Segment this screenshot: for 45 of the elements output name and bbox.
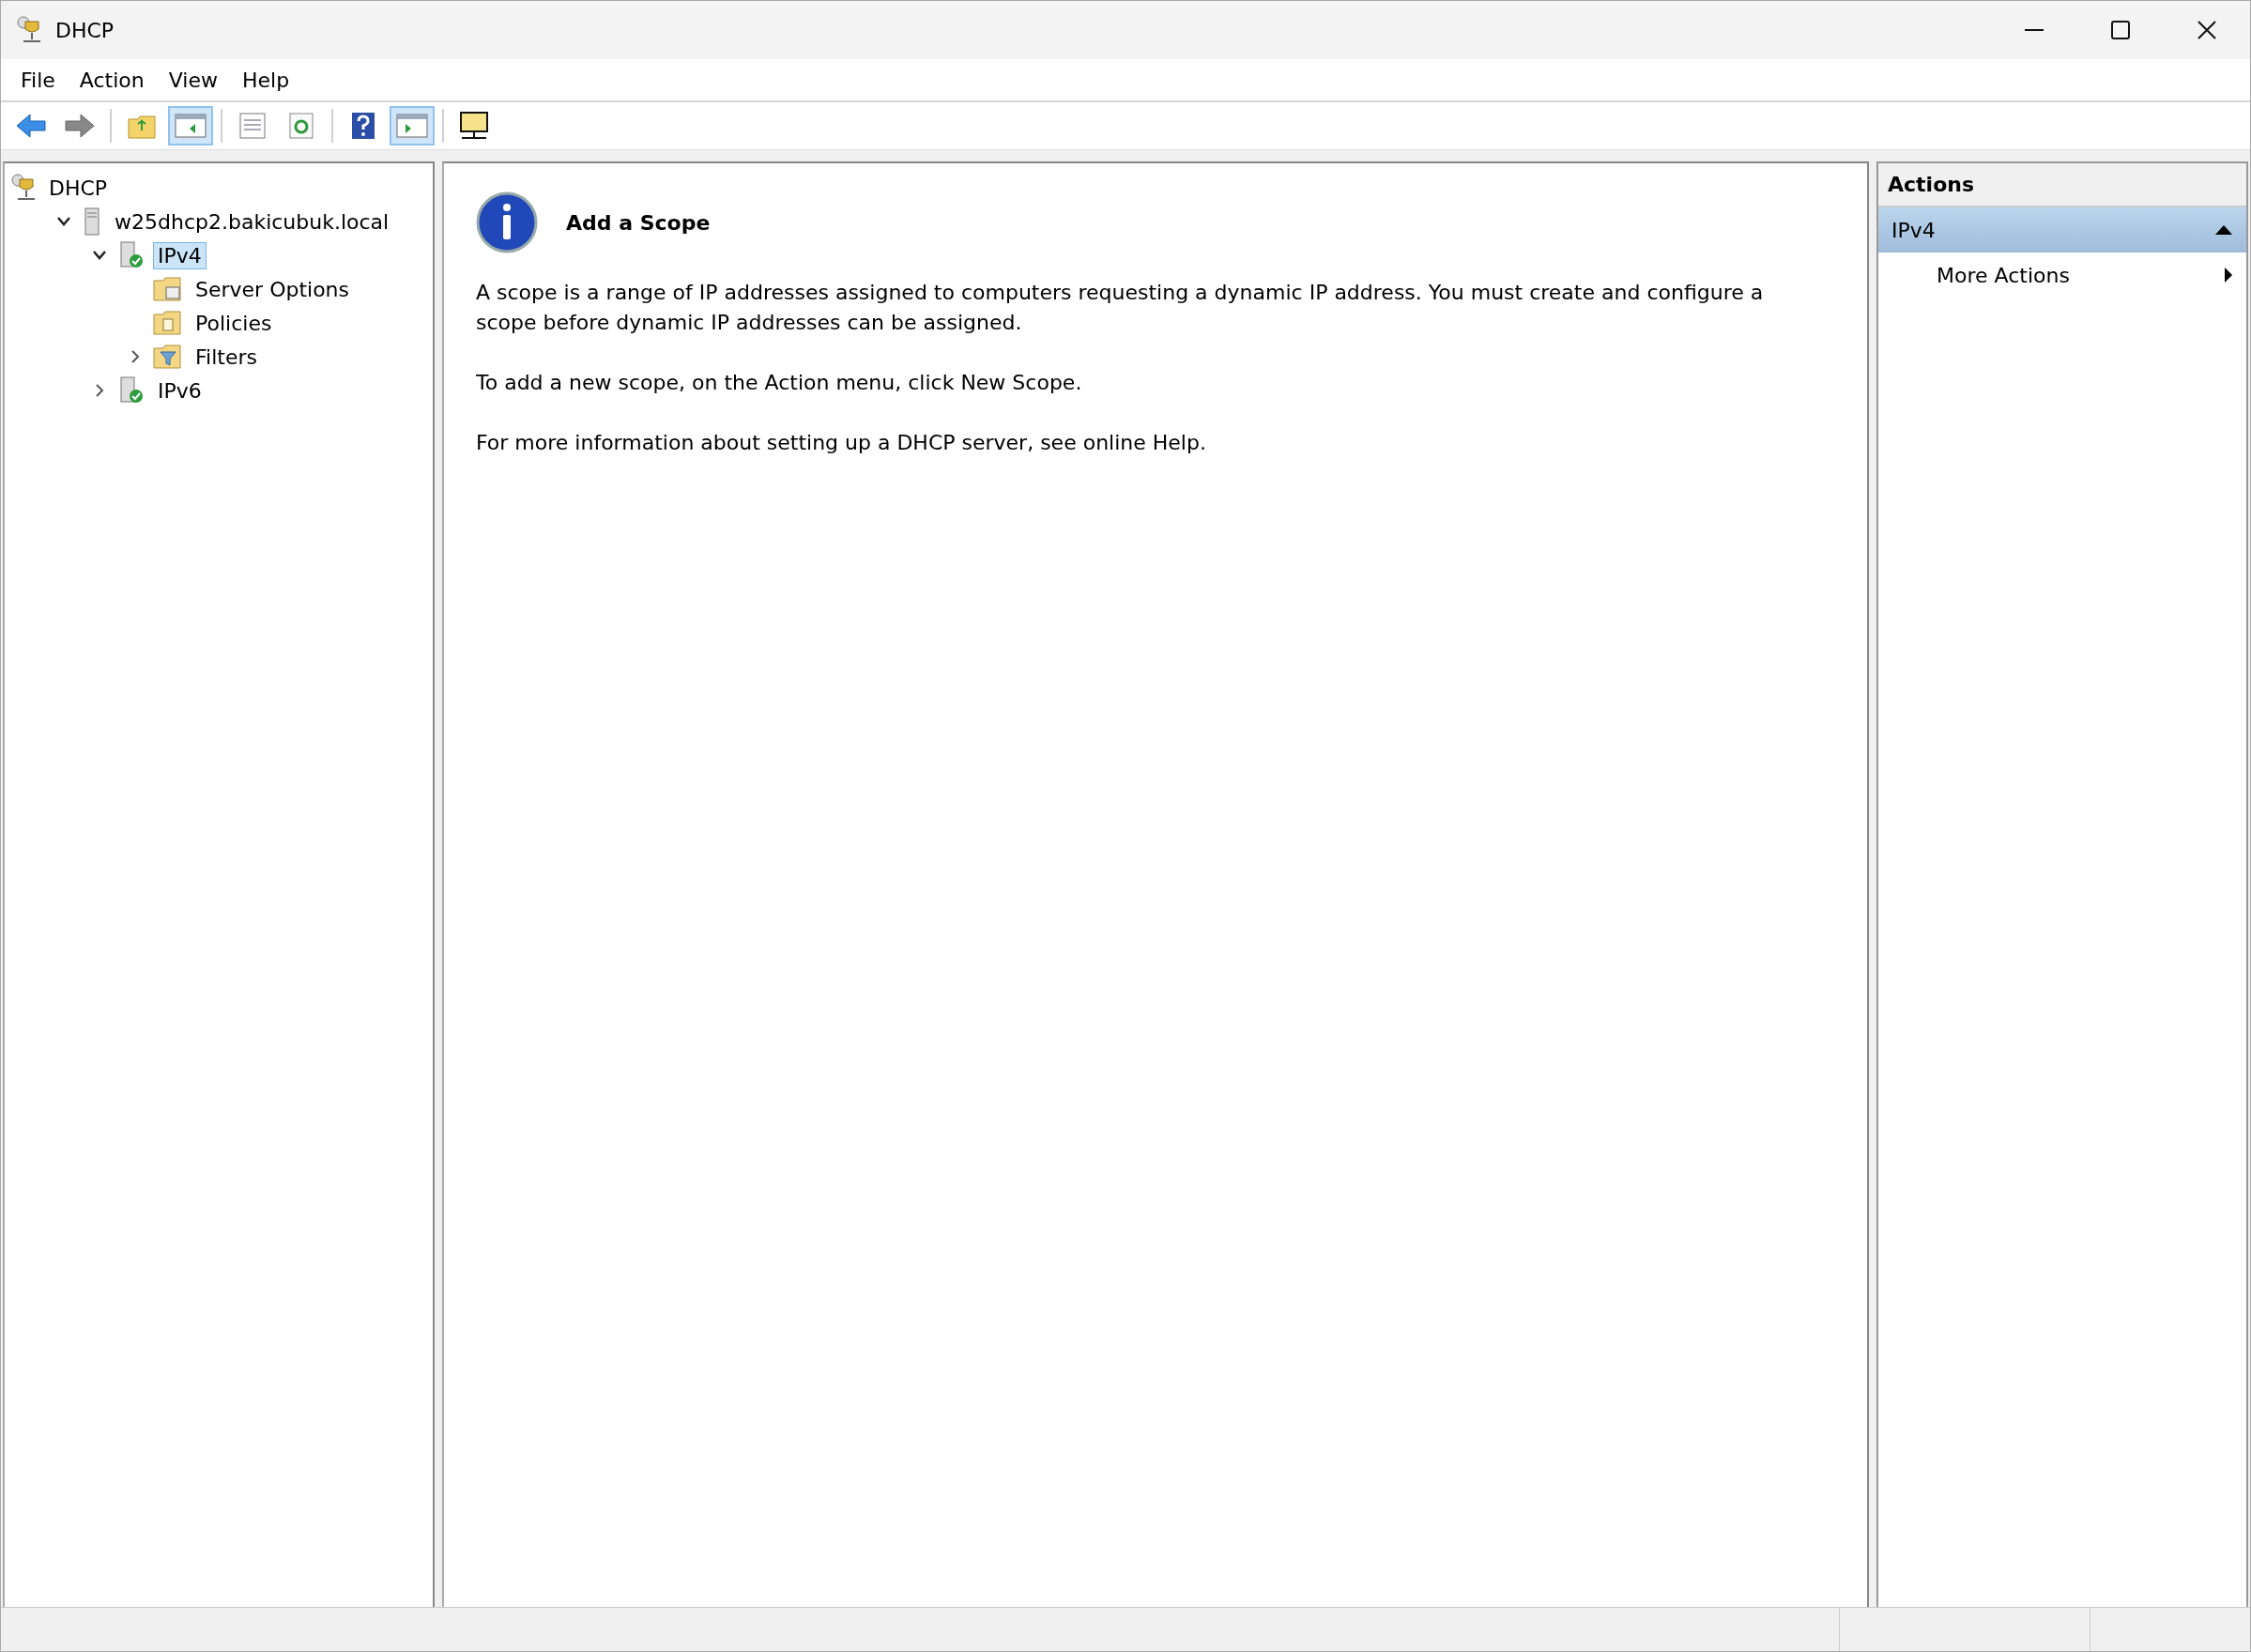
trophy-icon: [16, 16, 42, 44]
action-item[interactable]: More Actions: [1878, 252, 2246, 298]
menu-item[interactable]: View: [156, 68, 230, 92]
back-arrow-icon: [15, 113, 47, 139]
close-icon: [2197, 21, 2216, 39]
refresh-icon: [288, 112, 314, 140]
description-text: To add a new scope, on the Action menu, click New Scope.: [476, 370, 1083, 396]
chevron-down-icon[interactable]: [56, 216, 71, 227]
trophy-icon: [10, 174, 37, 202]
chevron-right-icon[interactable]: [130, 349, 141, 364]
tree-item[interactable]: Policies: [191, 309, 277, 337]
menu-item[interactable]: Action: [67, 68, 157, 92]
tree-item[interactable]: Server Options: [191, 275, 355, 303]
pane-icon: [175, 113, 207, 139]
menu-item[interactable]: File: [8, 68, 68, 92]
server-icon: [82, 207, 102, 236]
tree-item[interactable]: DHCP: [44, 174, 113, 202]
actions-section-header[interactable]: IPv4: [1878, 207, 2246, 252]
forward-arrow-icon: [64, 113, 96, 139]
server-check-icon: [117, 241, 145, 269]
list-page-icon: [238, 112, 267, 140]
tree-item[interactable]: w25dhcp2.bakicubuk.local: [110, 207, 394, 236]
minimize-icon: [2025, 29, 2044, 31]
maximize-icon: [2111, 21, 2130, 39]
content-heading: Add a Scope: [566, 210, 711, 235]
folder-icon: [153, 276, 183, 302]
description-text: A scope is a range of IP addresses assigned to computers requesting a dynamic IP address. You must create and configure a scope before dynamic IP addresses can be assigned.: [476, 280, 1765, 336]
tree-item[interactable]: IPv6: [153, 376, 207, 405]
window-title: DHCP: [55, 18, 115, 42]
tree-item[interactable]: Filters: [191, 343, 262, 371]
chevron-right-icon[interactable]: [94, 383, 105, 398]
tree-item[interactable]: IPv4: [153, 241, 207, 269]
chevron-down-icon[interactable]: [92, 250, 107, 261]
folder-icon: [153, 310, 183, 336]
monitor-icon: [458, 111, 490, 141]
menu-item[interactable]: Help: [229, 68, 302, 92]
pane-icon: [396, 113, 428, 139]
triangle-right-icon: [2224, 267, 2233, 283]
triangle-up-icon: [2214, 224, 2233, 236]
server-check-icon: [117, 376, 145, 405]
description-text: For more information about setting up a DHCP server, see online Help.: [476, 430, 1207, 456]
actions-header: Actions: [1878, 163, 2246, 207]
help-icon: [351, 112, 375, 140]
info-icon: [476, 191, 538, 253]
folder-filter-icon: [153, 344, 183, 370]
